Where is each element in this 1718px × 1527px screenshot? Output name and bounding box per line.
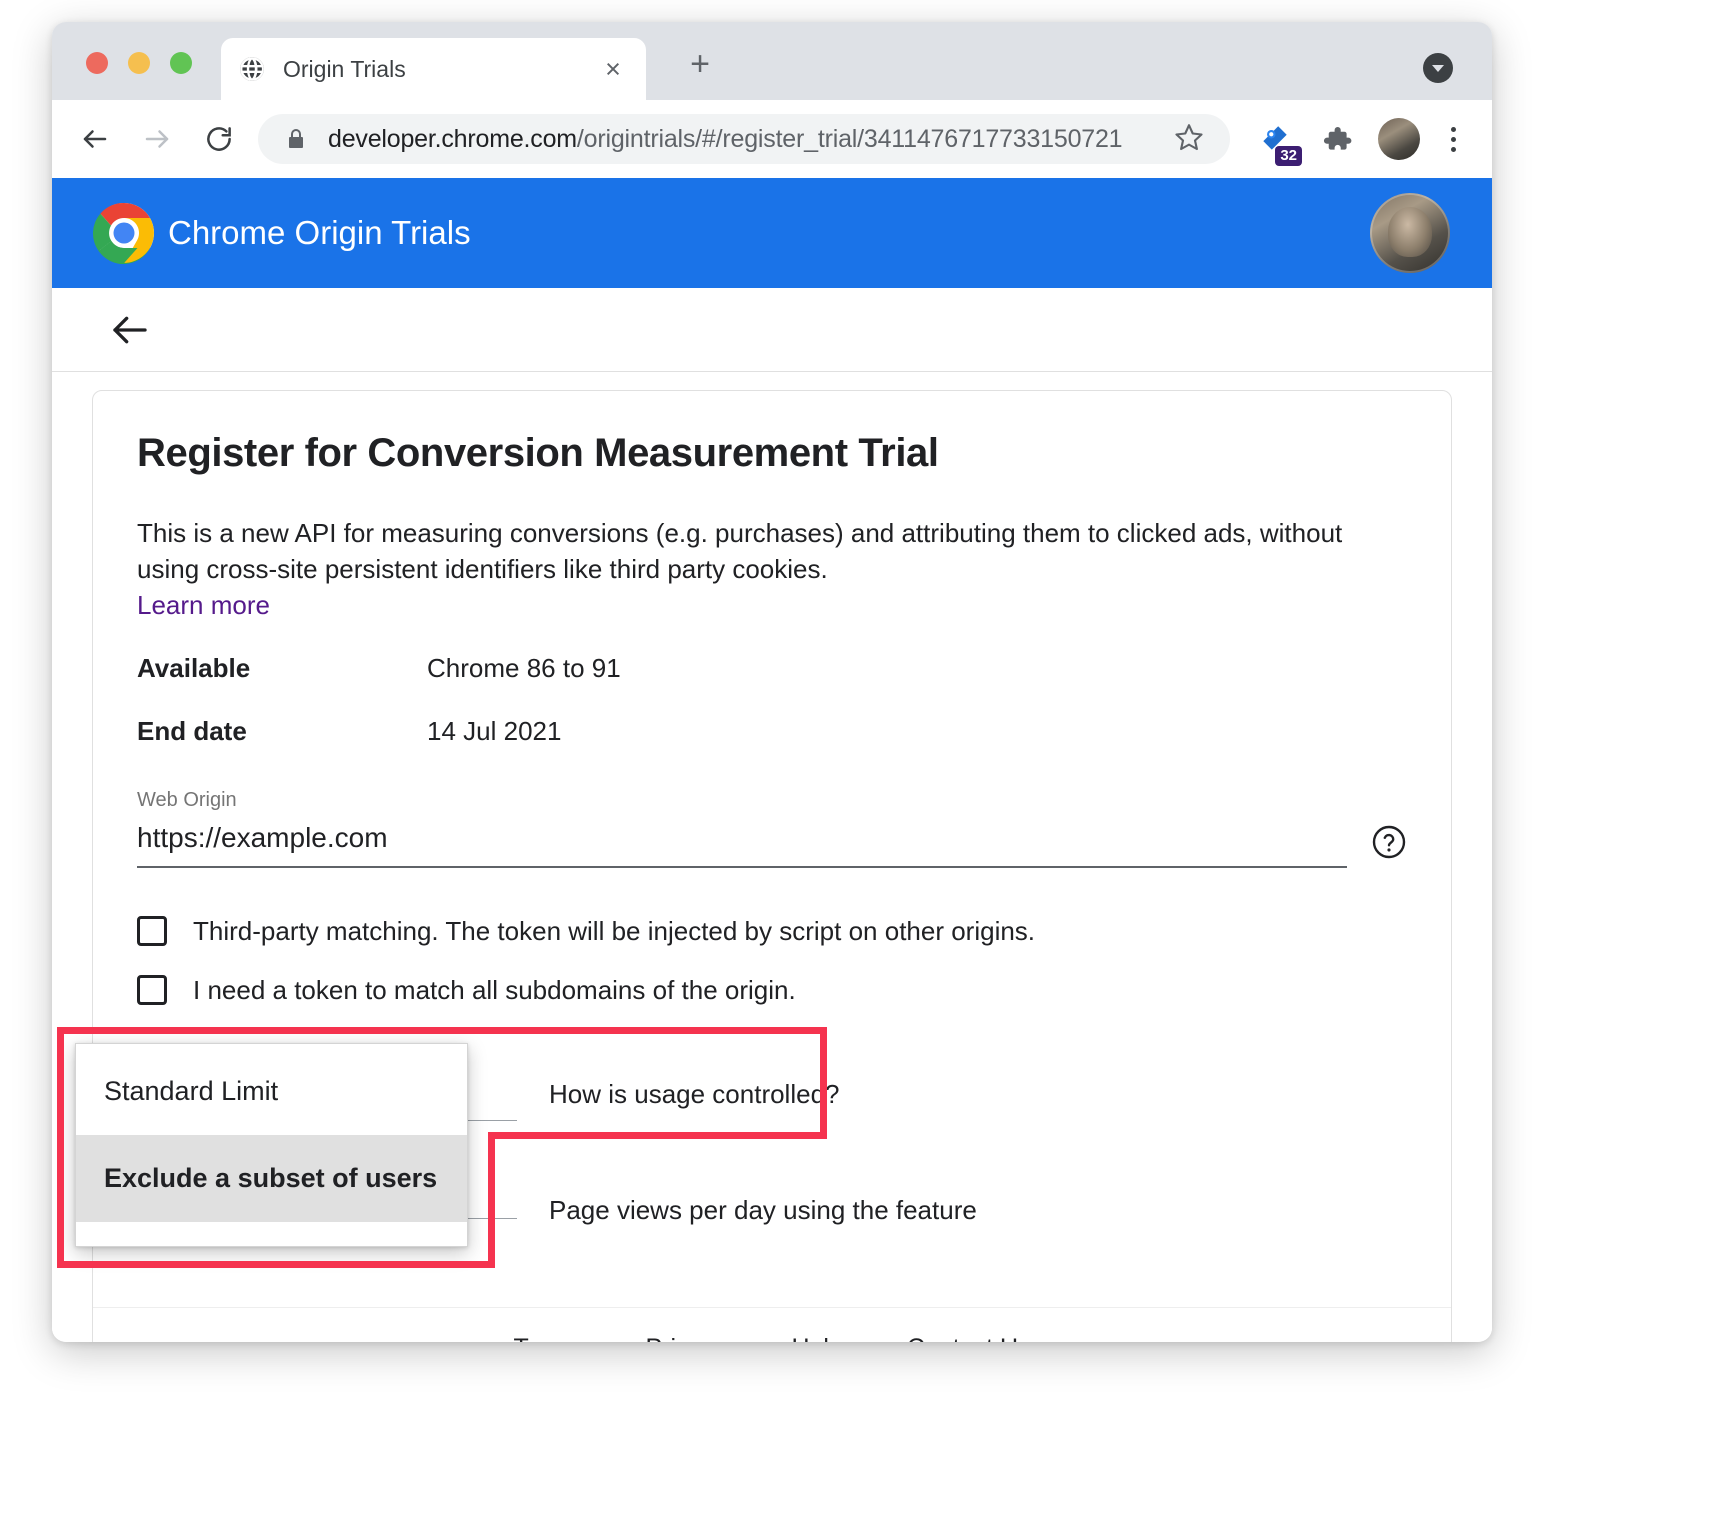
url-text: developer.chrome.com/origintrials/#/regi…: [328, 125, 1156, 154]
detail-value: Chrome 86 to 91: [427, 653, 621, 684]
lock-icon: [284, 127, 308, 151]
user-avatar[interactable]: [1370, 193, 1450, 273]
globe-icon: [239, 56, 265, 82]
footer-link-help[interactable]: Help: [791, 1334, 842, 1342]
page-back-row: [52, 288, 1492, 372]
maximize-window-button[interactable]: [170, 52, 192, 74]
url-host: developer.chrome.com: [328, 125, 577, 153]
browser-tab[interactable]: Origin Trials ×: [221, 38, 646, 100]
new-tab-button[interactable]: +: [678, 42, 722, 86]
dropdown-option-standard-limit[interactable]: Standard Limit: [76, 1048, 467, 1135]
dropdown-option-blank[interactable]: [76, 1222, 467, 1242]
forward-button[interactable]: [134, 116, 180, 162]
checkbox-label: Third-party matching. The token will be …: [193, 916, 1035, 947]
checkbox-label: I need a token to match all subdomains o…: [193, 975, 796, 1006]
extensions-puzzle-icon[interactable]: [1314, 116, 1360, 162]
extension-badge-count: 32: [1275, 146, 1302, 166]
chevron-down-icon[interactable]: [1422, 52, 1454, 84]
page-title: Register for Conversion Measurement Tria…: [137, 431, 1407, 476]
tab-strip: Origin Trials × +: [52, 22, 1492, 100]
url-path: /origintrials/#/register_trial/341147671…: [577, 125, 1122, 153]
tab-title: Origin Trials: [283, 56, 598, 83]
address-bar[interactable]: developer.chrome.com/origintrials/#/regi…: [258, 114, 1230, 164]
extension-lighthouse-icon[interactable]: 32: [1252, 116, 1298, 162]
page-back-button[interactable]: [108, 308, 152, 352]
third-party-matching-checkbox[interactable]: [137, 916, 167, 946]
web-origin-input[interactable]: [137, 822, 1347, 868]
detail-row-available: Available Chrome 86 to 91: [137, 653, 1407, 684]
browser-toolbar: developer.chrome.com/origintrials/#/regi…: [52, 100, 1492, 178]
profile-avatar-toolbar[interactable]: [1378, 118, 1420, 160]
app-header: Chrome Origin Trials: [52, 178, 1492, 288]
minimize-window-button[interactable]: [128, 52, 150, 74]
window-controls[interactable]: [86, 52, 192, 74]
browser-menu-button[interactable]: [1434, 116, 1472, 162]
footer-link-terms[interactable]: Terms: [513, 1334, 581, 1342]
footer-link-privacy[interactable]: Privacy: [646, 1334, 728, 1342]
detail-row-end-date: End date 14 Jul 2021: [137, 716, 1407, 747]
usage-restriction-dropdown[interactable]: Standard Limit Exclude a subset of users: [75, 1043, 468, 1247]
footer-link-contact-us[interactable]: Contact Us: [907, 1334, 1031, 1342]
question-mark-circle-icon[interactable]: [1371, 824, 1407, 860]
dropdown-option-exclude-subset[interactable]: Exclude a subset of users: [76, 1135, 467, 1222]
reload-button[interactable]: [196, 116, 242, 162]
close-tab-button[interactable]: ×: [598, 54, 628, 84]
detail-value: 14 Jul 2021: [427, 716, 561, 747]
app-title: Chrome Origin Trials: [168, 214, 471, 252]
subdomain-matching-checkbox[interactable]: [137, 975, 167, 1005]
close-window-button[interactable]: [86, 52, 108, 74]
web-origin-field-block: Web Origin: [137, 789, 1407, 868]
checkbox-row-subdomains[interactable]: I need a token to match all subdomains o…: [137, 975, 1407, 1006]
page-views-caption: Page views per day using the feature: [549, 1195, 977, 1226]
bookmark-star-icon[interactable]: [1174, 122, 1204, 157]
web-origin-label: Web Origin: [137, 789, 1407, 812]
back-button[interactable]: [72, 116, 118, 162]
page-footer: Terms Privacy Help Contact Us: [93, 1307, 1451, 1342]
detail-key: End date: [137, 716, 427, 747]
learn-more-link[interactable]: Learn more: [137, 590, 270, 621]
detail-key: Available: [137, 653, 427, 684]
chrome-logo: [92, 201, 156, 265]
web-origin-line: [137, 822, 1407, 868]
checkbox-row-third-party[interactable]: Third-party matching. The token will be …: [137, 916, 1407, 947]
page-description: This is a new API for measuring conversi…: [137, 516, 1395, 588]
usage-controlled-question: How is usage controlled?: [549, 1079, 840, 1110]
